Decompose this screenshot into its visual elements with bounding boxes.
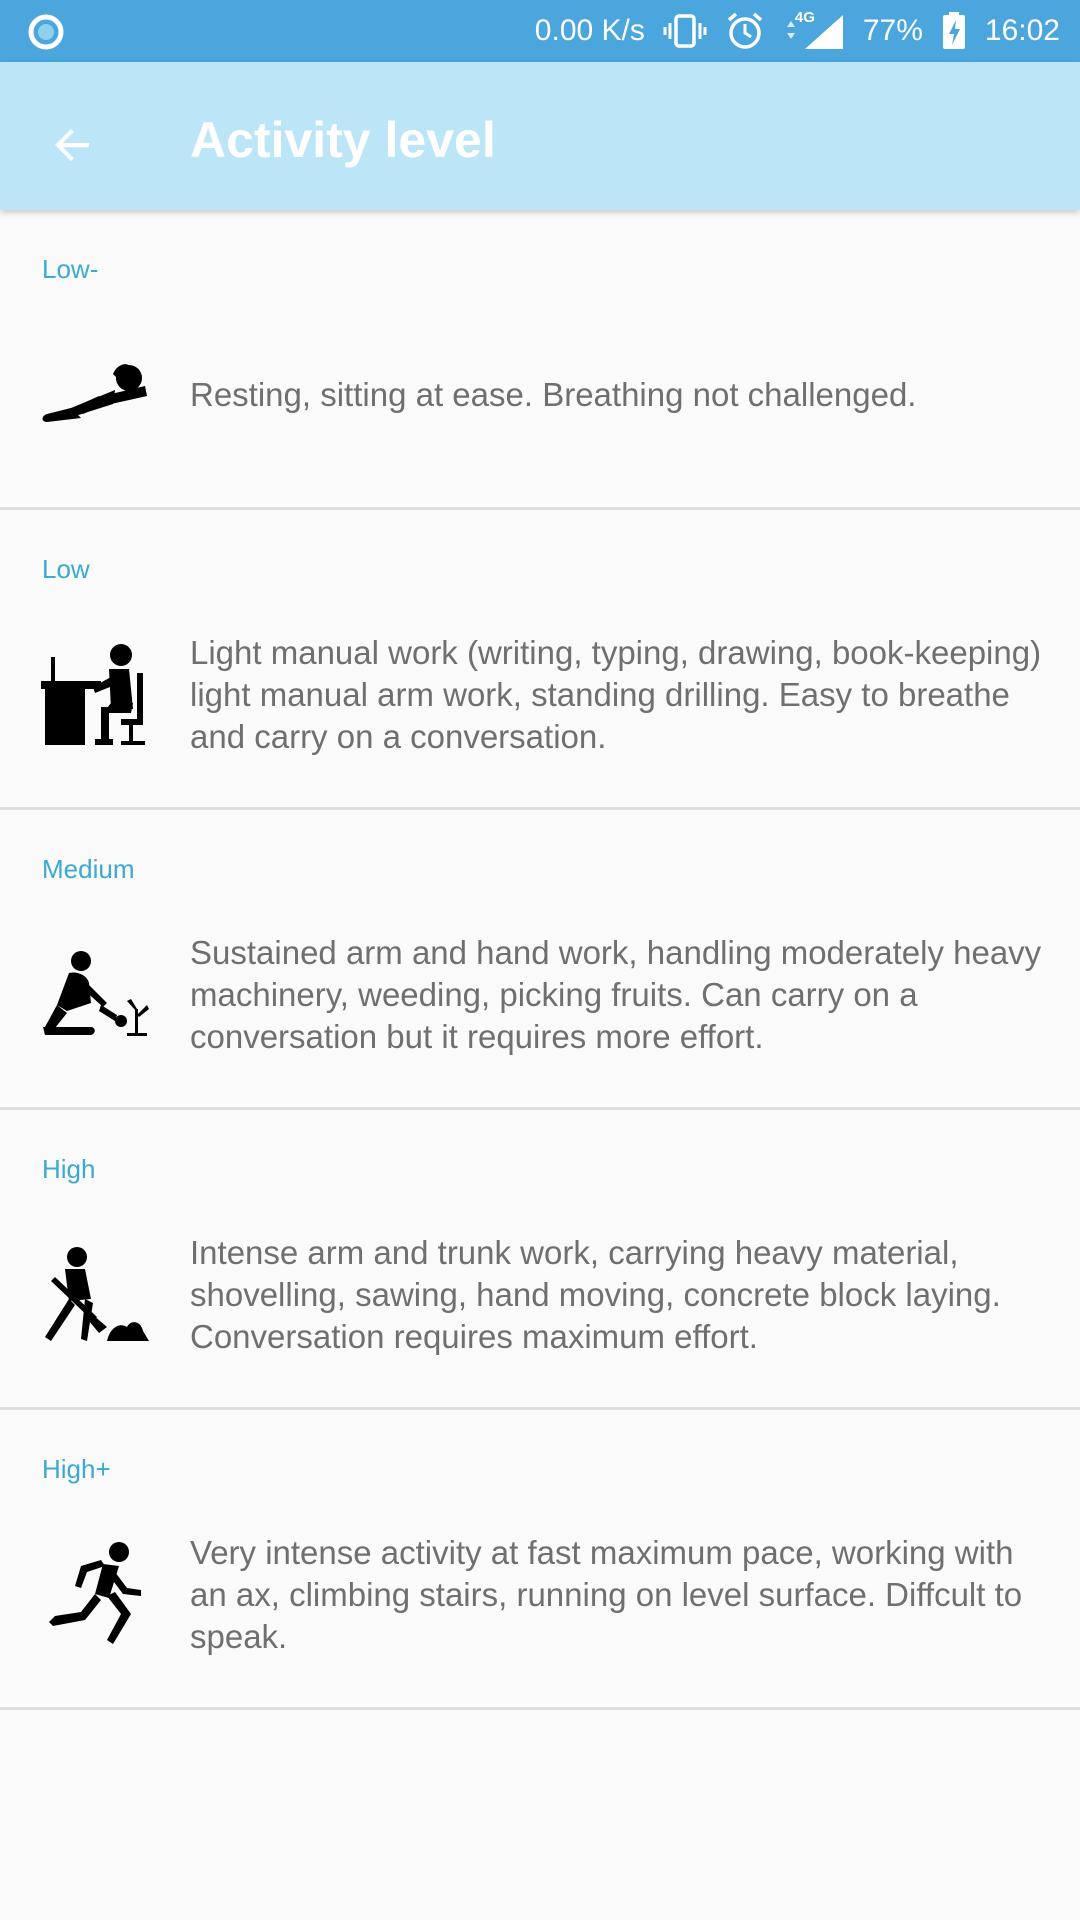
resting-person-icon [40, 340, 150, 450]
app-bar: Activity level [0, 62, 1080, 210]
level-label: Medium [42, 854, 135, 884]
level-description: Sustained arm and hand work, handling mo… [190, 934, 1042, 1055]
list-item-low-minus[interactable]: Low- Resting, sitting at ease. Breathing… [0, 210, 1080, 510]
network-speed: 0.00 K/s [534, 14, 645, 47]
list-item-low[interactable]: Low Light manual work (writing, typing, … [0, 510, 1080, 810]
activity-level-list: Low- Resting, sitting at ease. Breathing… [0, 210, 1080, 1710]
notification-ring-icon [28, 14, 64, 50]
arrow-back-icon [55, 129, 89, 161]
level-label: Low [42, 554, 90, 584]
level-description: Very intense activity at fast maximum pa… [190, 1534, 1023, 1655]
page-title: Activity level [190, 112, 496, 168]
level-description: Intense arm and trunk work, carrying hea… [190, 1234, 1001, 1355]
alarm-icon [725, 11, 765, 51]
shoveling-person-icon [40, 1240, 150, 1350]
vibrate-icon [663, 13, 707, 49]
level-label: Low- [42, 254, 99, 284]
level-label: High+ [42, 1454, 111, 1484]
level-label: High [42, 1154, 96, 1184]
list-item-high[interactable]: High Intense arm and trunk work, carryin… [0, 1110, 1080, 1410]
list-item-medium[interactable]: Medium Sustained arm and hand work, hand… [0, 810, 1080, 1110]
status-indicators: 0.00 K/s 4G 77% 16:02 [535, 0, 1060, 62]
list-item-high-plus[interactable]: High+ Very intense activity at fast maxi… [0, 1410, 1080, 1710]
level-description: Resting, sitting at ease. Breathing not … [190, 376, 917, 413]
back-button[interactable] [30, 102, 116, 188]
clock: 16:02 [984, 14, 1060, 47]
desk-worker-icon [40, 640, 150, 750]
battery-percent: 77% [862, 14, 923, 47]
signal-4g-icon: 4G [783, 9, 845, 51]
status-bar: 0.00 K/s 4G 77% 16:02 [0, 0, 1080, 62]
gardener-icon [40, 940, 150, 1050]
battery-charging-icon [941, 11, 967, 51]
level-description: Light manual work (writing, typing, draw… [190, 634, 1042, 755]
running-person-icon [40, 1540, 150, 1650]
